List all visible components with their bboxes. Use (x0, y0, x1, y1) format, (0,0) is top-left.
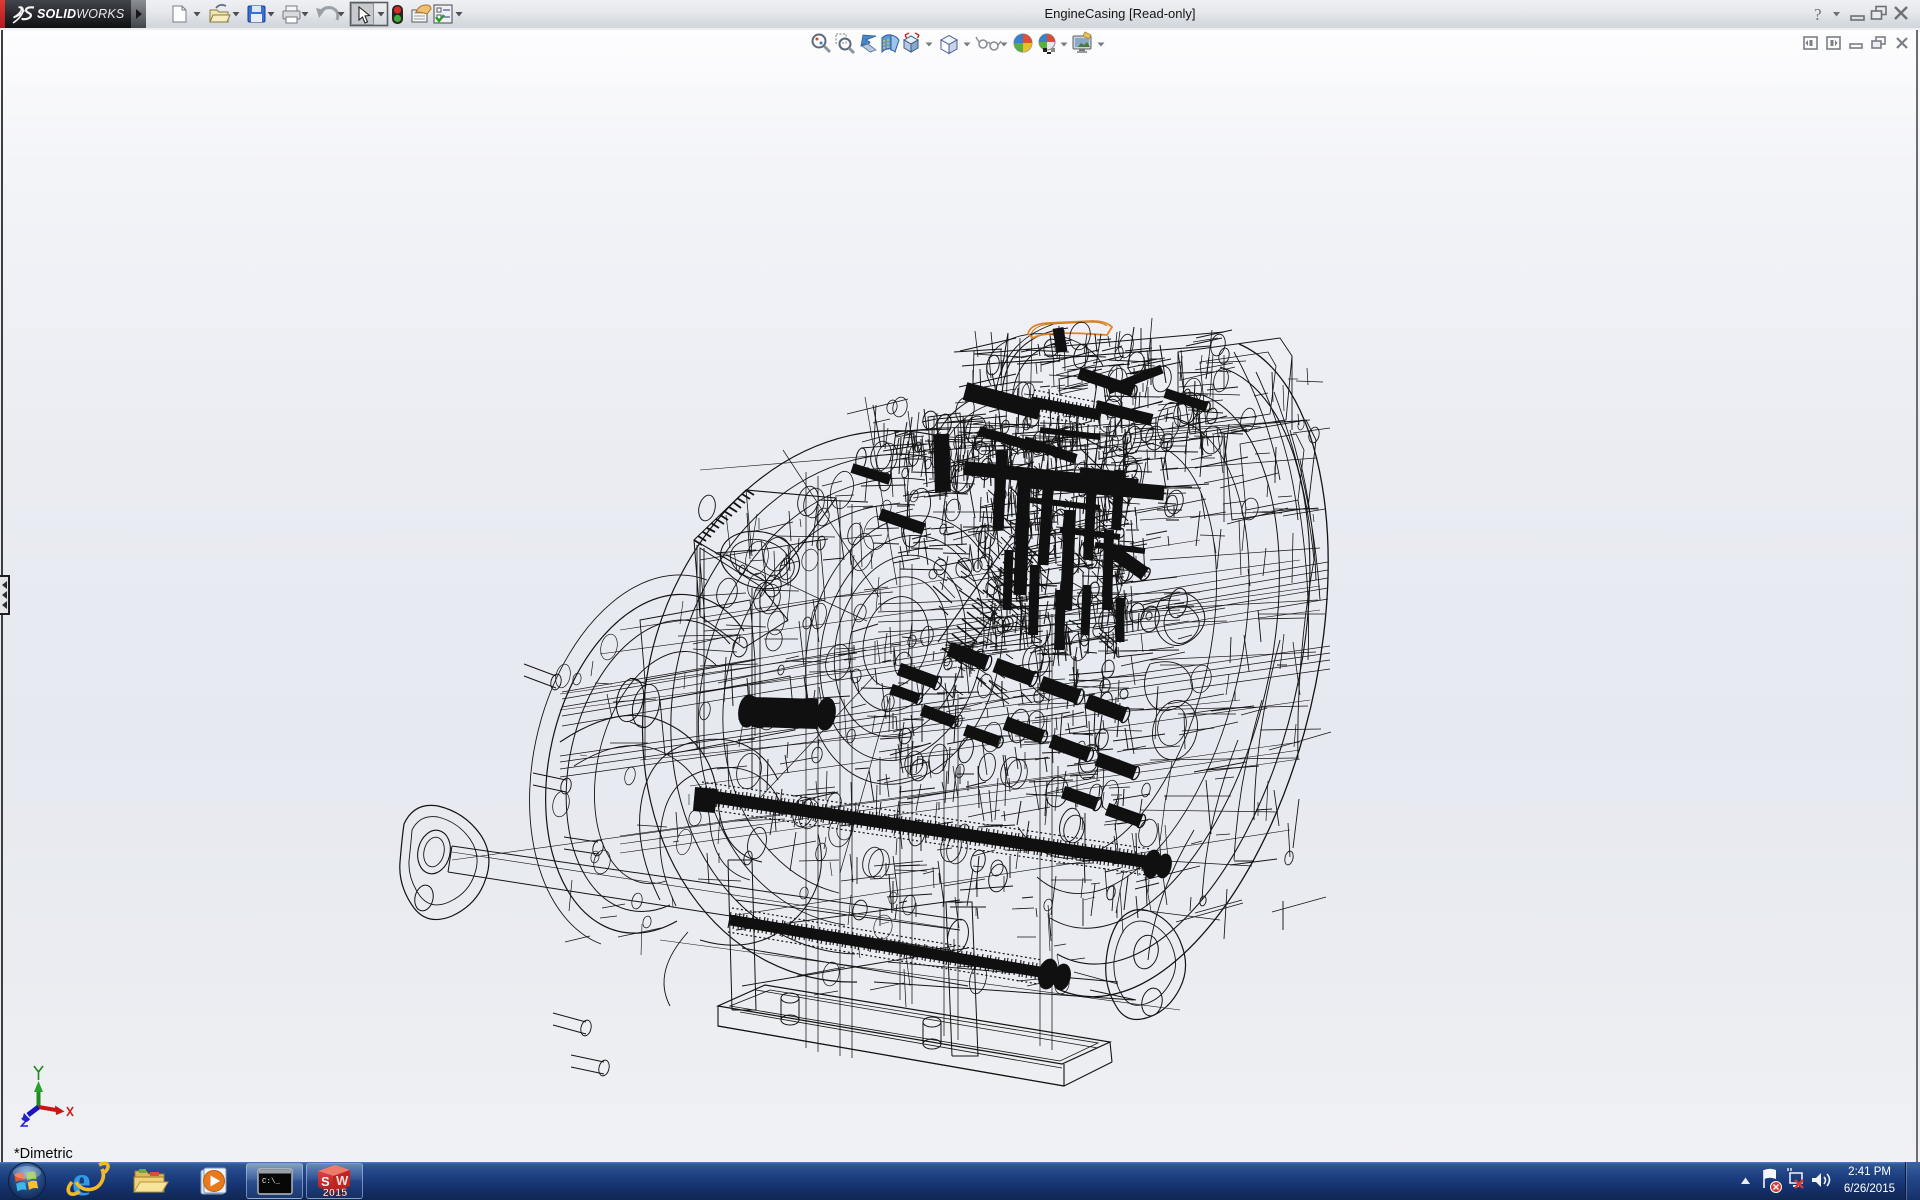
svg-text:2015: 2015 (323, 1187, 347, 1199)
svg-text:?: ? (1814, 5, 1822, 24)
svg-text:W: W (336, 1173, 349, 1188)
svg-text:C:\_: C:\_ (262, 1178, 281, 1186)
